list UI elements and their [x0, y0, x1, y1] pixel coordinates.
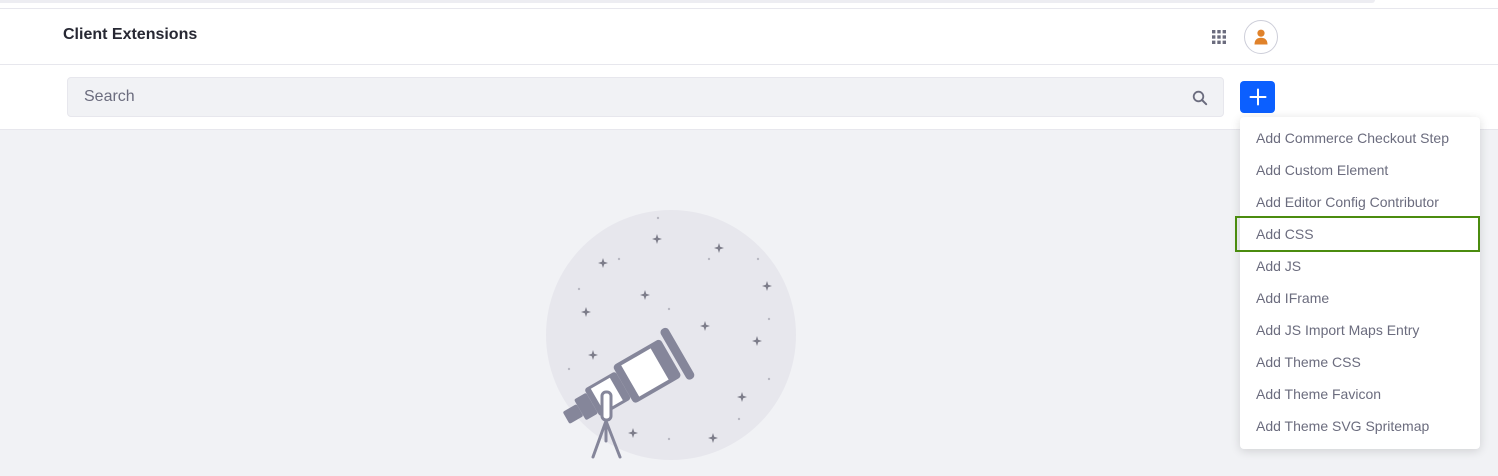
dropdown-item[interactable]: Add Theme SVG Spritemap [1240, 410, 1480, 442]
dropdown-item[interactable]: Add IFrame [1240, 282, 1480, 314]
app-header: Client Extensions [0, 9, 1498, 65]
search-input[interactable] [68, 78, 1178, 116]
dropdown-item[interactable]: Add Theme CSS [1240, 346, 1480, 378]
dropdown-item[interactable]: Add Editor Config Contributor [1240, 186, 1480, 218]
add-dropdown-menu: Add Commerce Checkout Step Add Custom Ele… [1235, 117, 1480, 449]
user-icon [1254, 29, 1268, 45]
dropdown-item[interactable]: Add JS Import Maps Entry [1240, 314, 1480, 346]
browser-top-strip [0, 0, 1498, 9]
page-title: Client Extensions [63, 26, 198, 43]
user-avatar[interactable] [1244, 20, 1278, 54]
plus-icon [1249, 88, 1266, 106]
dropdown-item[interactable]: Add CSS [1235, 216, 1480, 252]
dropdown-item[interactable]: Add Theme Favicon [1240, 378, 1480, 410]
dropdown-item[interactable]: Add JS [1240, 250, 1480, 282]
dropdown-item[interactable]: Add Commerce Checkout Step [1240, 122, 1480, 154]
top-scroll-bar [0, 0, 1375, 3]
search-icon[interactable] [1192, 90, 1208, 106]
search-box [67, 77, 1224, 117]
dropdown-item[interactable]: Add Custom Element [1240, 154, 1480, 186]
add-button[interactable] [1240, 81, 1275, 113]
apps-grid-icon[interactable] [1206, 24, 1232, 50]
telescope-icon [546, 210, 796, 460]
